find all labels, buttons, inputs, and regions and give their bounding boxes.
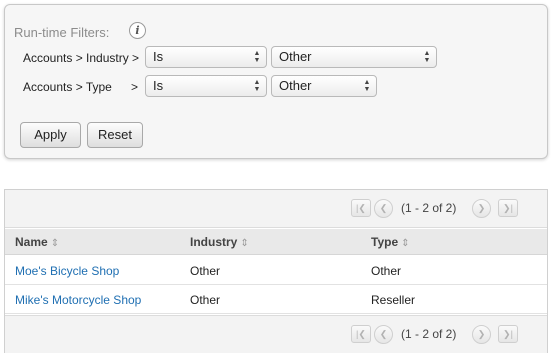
prev-page-icon[interactable]: ❮ [374, 325, 393, 344]
next-page-icon[interactable]: ❯ [472, 325, 491, 344]
column-header-label: Type [371, 235, 399, 249]
industry-cell: Other [190, 293, 221, 307]
column-header-name[interactable]: Name ⇕ [15, 235, 59, 249]
filter-row-type: Accounts > Type > Is ▲ ▼ Other ▲ ▼ [5, 75, 547, 99]
reset-button[interactable]: Reset [87, 122, 143, 148]
results-table: |❮ ❮ (1 - 2 of 2) ❯ ❯| Name ⇕ Industry ⇕ T… [4, 189, 548, 353]
last-page-icon[interactable]: ❯| [498, 199, 518, 217]
industry-value: Other [279, 49, 312, 64]
pager-range-text: (1 - 2 of 2) [401, 201, 457, 215]
select-arrows-icon: ▲ ▼ [363, 79, 371, 93]
column-header-label: Name [15, 235, 48, 249]
next-page-icon[interactable]: ❯ [472, 199, 491, 218]
table-row: Moe's Bicycle Shop Other Other [5, 256, 547, 285]
apply-button[interactable]: Apply [20, 122, 81, 148]
runtime-filters-panel: Run-time Filters: i Accounts > Industry … [4, 4, 548, 159]
column-header-label: Industry [190, 235, 238, 249]
prev-page-icon[interactable]: ❮ [374, 199, 393, 218]
industry-value-select[interactable]: Other ▲ ▼ [271, 46, 437, 68]
type-cell: Other [371, 264, 402, 278]
filter-row-industry: Accounts > Industry > Is ▲ ▼ Other ▲ ▼ [5, 46, 547, 70]
info-icon[interactable]: i [129, 22, 146, 39]
filter-label-type: Accounts > Type [23, 80, 112, 94]
industry-cell: Other [190, 264, 221, 278]
account-name-link[interactable]: Moe's Bicycle Shop [15, 264, 119, 278]
type-operator-select[interactable]: Is ▲ ▼ [145, 75, 267, 97]
sort-icon: ⇕ [240, 238, 249, 249]
pager-bottom: |❮ ❮ (1 - 2 of 2) ❯ ❯| [5, 315, 547, 353]
type-cell: Reseller [371, 293, 416, 307]
filters-title: Run-time Filters: [14, 25, 110, 40]
pager-top: |❮ ❮ (1 - 2 of 2) ❯ ❯| [5, 190, 547, 228]
sort-icon: ⇕ [401, 238, 410, 249]
select-arrows-icon: ▲ ▼ [423, 50, 431, 64]
type-value-select[interactable]: Other ▲ ▼ [271, 75, 377, 97]
filter-separator: > [131, 80, 139, 94]
pager-range-text: (1 - 2 of 2) [401, 327, 457, 341]
column-header-type[interactable]: Type ⇕ [371, 235, 410, 249]
industry-operator-value: Is [153, 49, 164, 64]
type-operator-value: Is [153, 78, 164, 93]
first-page-icon[interactable]: |❮ [351, 325, 371, 343]
column-header-industry[interactable]: Industry ⇕ [190, 235, 249, 249]
last-page-icon[interactable]: ❯| [498, 325, 518, 343]
sort-icon: ⇕ [50, 238, 60, 249]
filter-label-industry: Accounts > Industry > [23, 51, 140, 65]
table-row: Mike's Motorcycle Shop Other Reseller [5, 285, 547, 314]
industry-operator-select[interactable]: Is ▲ ▼ [145, 46, 267, 68]
table-header: Name ⇕ Industry ⇕ Type ⇕ [5, 229, 547, 255]
type-value: Other [279, 78, 312, 93]
select-arrows-icon: ▲ ▼ [253, 79, 261, 93]
select-arrows-icon: ▲ ▼ [253, 50, 261, 64]
first-page-icon[interactable]: |❮ [351, 199, 371, 217]
account-name-link[interactable]: Mike's Motorcycle Shop [15, 293, 141, 307]
